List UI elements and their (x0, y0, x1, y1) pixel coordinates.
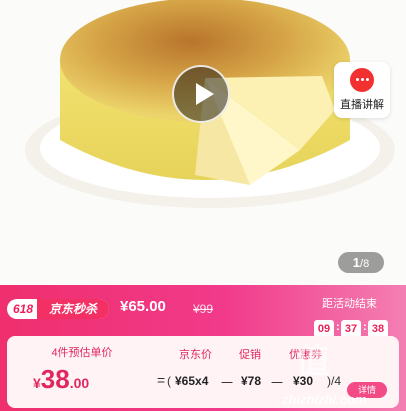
countdown-label: 距活动结束 (322, 298, 377, 310)
jd-seckill-tag: 618 京东秒杀 (7, 299, 109, 319)
minus-sign: 一 (221, 376, 234, 390)
original-price: ¥99 (193, 302, 214, 316)
tag-seckill-text: 京东秒杀 (37, 299, 109, 319)
seckill-price: ¥65.00 (120, 298, 166, 315)
tag-618-number: 618 (13, 302, 34, 316)
watermark-logo: 值 (296, 343, 330, 381)
cheesecake-illustration (25, 0, 395, 208)
countdown-separator: : (336, 321, 340, 333)
promotion-header: 促销 (239, 349, 261, 361)
product-image[interactable]: 直播讲解 1/8 (0, 0, 406, 285)
live-explain-label: 直播讲解 (340, 99, 384, 111)
open-paren: ( (167, 374, 171, 388)
page-current: 1 (352, 255, 361, 270)
price-integer: 38 (40, 364, 70, 394)
jd-price-header: 京东价 (179, 349, 212, 361)
play-video-button[interactable] (172, 65, 230, 123)
estimated-unit-price: ¥38.00 (33, 364, 89, 395)
image-page-indicator: 1/8 (338, 252, 384, 273)
promotion-value: ¥78 (241, 374, 262, 388)
equals-sign: = (157, 372, 166, 388)
divide-by-four: )/4 (327, 374, 342, 388)
countdown-separator: : (363, 321, 367, 333)
live-stream-icon (350, 68, 374, 92)
play-icon (196, 83, 214, 105)
live-explain-button[interactable]: 直播讲解 (334, 62, 390, 118)
currency-symbol: ¥ (33, 375, 41, 391)
page-total: /8 (360, 258, 370, 270)
jd-price-value: ¥65x4 (175, 374, 209, 388)
promo-header: 618 京东秒杀 ¥65.00 ¥99 距活动结束 09 : 37 : 38 (0, 285, 406, 338)
minus-sign: 一 (271, 376, 284, 390)
estimate-title: 4件预估单价 (51, 347, 113, 359)
watermark-text: zhizhizhi.com (282, 392, 367, 407)
price-decimal: .00 (69, 375, 90, 391)
